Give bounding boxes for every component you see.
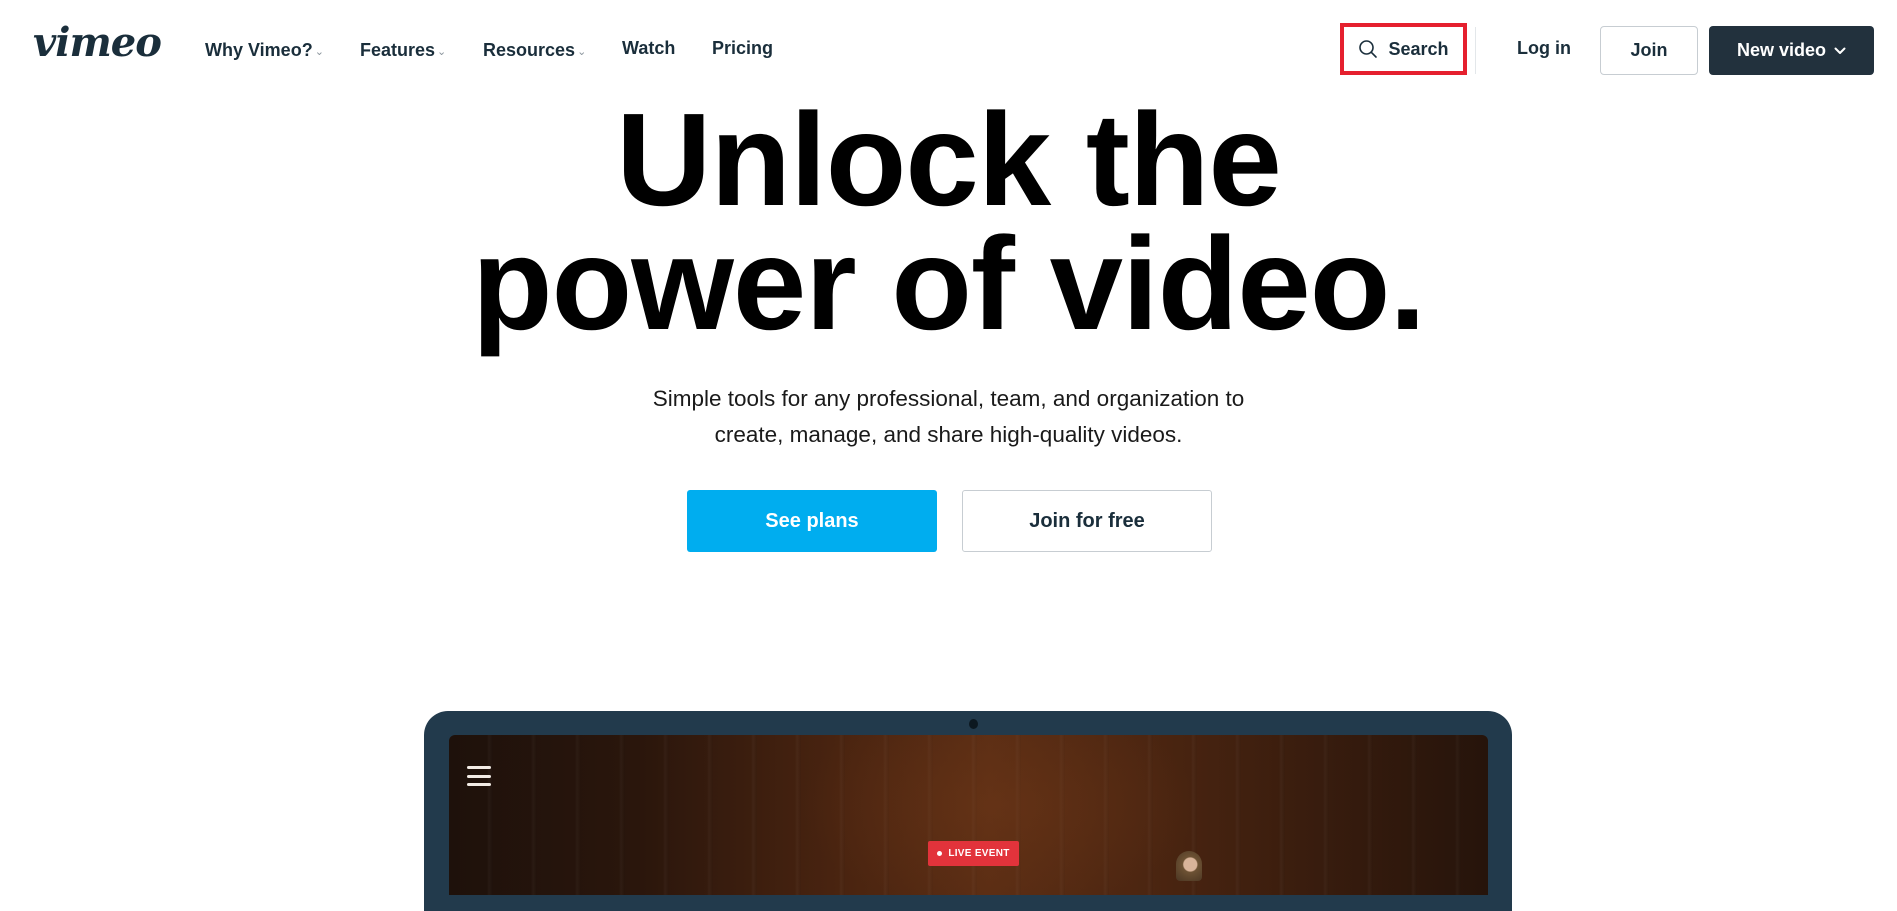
nav-label: Watch (622, 38, 676, 58)
nav-label: Pricing (712, 38, 774, 58)
nav-resources[interactable]: Resources ⌄ (483, 38, 586, 62)
new-video-label: New video (1736, 40, 1827, 60)
nav-features[interactable]: Features ⌄ (360, 38, 446, 62)
header-divider (1475, 27, 1476, 74)
search-label: Search (1388, 38, 1449, 59)
nav-label: Why Vimeo? (205, 40, 313, 60)
search-icon (1359, 40, 1378, 58)
see-plans-button[interactable]: See plans (687, 490, 937, 552)
search-button[interactable]: Search (1340, 23, 1467, 75)
nav-watch[interactable]: Watch (622, 38, 675, 58)
nav-label: Resources (483, 40, 576, 60)
menu-bar (467, 766, 491, 769)
hamburger-icon[interactable] (467, 766, 491, 786)
headline-line-2: power of video. (471, 210, 1426, 357)
live-dot-icon (937, 851, 943, 856)
nav-pricing[interactable]: Pricing (712, 38, 773, 58)
chevron-down-icon: ⌄ (437, 46, 447, 58)
menu-bar (467, 774, 491, 778)
chevron-down-icon: ⌄ (314, 46, 324, 58)
live-event-badge: LIVE EVENT (928, 841, 1019, 866)
video-preview[interactable] (449, 735, 1488, 895)
chevron-down-icon (1834, 47, 1846, 54)
login-link[interactable]: Log in (1517, 38, 1571, 58)
speaker-figure (1176, 851, 1202, 881)
nav-label: Features (360, 40, 436, 60)
join-for-free-button[interactable]: Join for free (962, 490, 1212, 552)
chevron-down-icon: ⌄ (577, 46, 587, 58)
join-button[interactable]: Join (1600, 26, 1698, 75)
subtitle-line-2: create, manage, and share high-quality v… (714, 422, 1183, 447)
new-video-button[interactable]: New video (1709, 26, 1874, 75)
hero-headline: Unlock the power of video. (0, 86, 1897, 357)
nav-why-vimeo[interactable]: Why Vimeo? ⌄ (205, 38, 324, 62)
vimeo-logo[interactable]: vimeo (33, 23, 162, 63)
headline-line-1: Unlock the (616, 86, 1282, 233)
menu-bar (467, 783, 491, 786)
stage-light (799, 735, 1199, 895)
subtitle-line-1: Simple tools for any professional, team,… (652, 386, 1245, 411)
laptop-camera (969, 719, 978, 729)
live-badge-label: LIVE EVENT (948, 848, 1010, 859)
hero-subtitle: Simple tools for any professional, team,… (0, 381, 1897, 453)
